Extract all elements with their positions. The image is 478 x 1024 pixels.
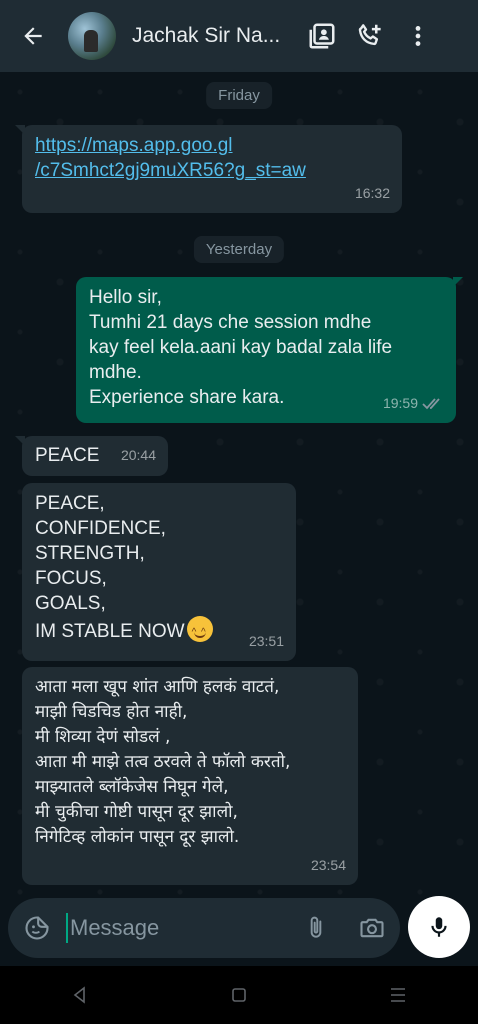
date-chip-yesterday: Yesterday [193,236,285,263]
add-call-icon [358,24,381,46]
time-text: 19:59 [382,395,418,411]
message-text-line: CONFIDENCE, [35,518,166,539]
contact-name[interactable]: Jachak Sir Na... [132,24,292,48]
paperclip-icon [310,916,322,938]
voice-message-button[interactable] [408,896,470,958]
message-text-line: माझी चिडचिड होत नाही, [35,702,188,722]
message-text-line: Hello sir, [89,287,162,308]
time-text: 20:44 [120,447,156,463]
message-text-line: आता मला खूप शांत आणि हलकं वाटतं, [35,677,280,697]
more-options-button[interactable] [394,0,442,72]
contact-avatar[interactable] [68,12,116,60]
nav-recents-icon[interactable] [388,985,408,1005]
message-text-line: kay feel kela.aani kay badal zala life [89,337,393,358]
message-text-line: मी शिव्या देणं सोडलं , [35,727,171,747]
time-text: 16:32 [354,185,390,201]
time-text: 23:54 [310,857,346,873]
message-input[interactable]: Message [66,913,288,943]
microphone-icon [431,917,447,937]
add-call-button[interactable] [346,0,394,72]
text-cursor [66,913,68,943]
date-chip-friday: Friday [206,82,272,109]
message-text-line: GOALS, [35,593,106,614]
message-text-line: mdhe. [89,362,142,383]
message-link[interactable]: https://maps.app.goo.gl [35,133,390,158]
message-bubble-outgoing[interactable]: Hello sir, Tumhi 21 days che session mdh… [76,277,463,423]
message-time: 23:54 [311,853,346,878]
contact-card-icon [309,23,335,49]
chat-header: Jachak Sir Na... [0,0,478,72]
nav-back-icon[interactable] [70,985,90,1005]
message-placeholder: Message [70,915,160,940]
time-text: 23:51 [248,633,284,649]
message-time: 20:44 [121,443,156,468]
message-time: 19:59 [383,391,444,416]
contact-card-button[interactable] [298,0,346,72]
sticker-button[interactable] [8,898,66,958]
nav-home-icon[interactable] [229,985,249,1005]
chat-area[interactable]: Friday https://maps.app.goo.gl /c7Smhct2… [0,72,478,962]
more-vert-icon [415,26,421,46]
message-bubble-incoming[interactable]: https://maps.app.goo.gl /c7Smhct2gj9muXR… [15,125,402,213]
message-time: 16:32 [355,181,390,206]
camera-icon [360,918,384,938]
message-bubble-incoming[interactable]: आता मला खूप शांत आणि हलकं वाटतं, माझी चि… [22,667,358,885]
message-text-line: मी चुकीचा गोष्टी पासून दूर झालो, [35,802,238,822]
message-text-line: IM STABLE NOW [35,616,284,645]
back-arrow-icon [24,27,42,45]
message-text-line: Tumhi 21 days che session mdhe [89,312,372,333]
smiling-face-icon [186,616,213,645]
message-bubble-incoming[interactable]: PEACE 20:44 [15,436,168,476]
back-button[interactable] [8,0,58,72]
system-nav-bar [0,966,478,1024]
message-text-line: STRENGTH, [35,543,145,564]
read-ticks-icon [422,397,440,409]
composer-bar: Message [8,898,400,958]
message-link[interactable]: /c7Smhct2gj9muXR56?g_st=aw [35,158,390,183]
message-text: IM STABLE NOW [35,621,185,642]
attach-button[interactable] [288,898,344,958]
message-text-line: निगेटिव्ह लोकांन पासून दूर झालो. [35,827,240,847]
message-text-line: माझ्यातले ब्लॉकेजेस निघून गेले, [35,777,229,797]
message-bubble-incoming[interactable]: PEACE, CONFIDENCE, STRENGTH, FOCUS, GOAL… [22,483,296,661]
message-text-line: FOCUS, [35,568,107,589]
message-time: 23:51 [249,629,284,654]
message-text-line: आता मी माझे तत्व ठरवले ते फॉलो करतो, [35,752,291,772]
sticker-icon [25,916,49,940]
message-text-line: PEACE, [35,493,105,514]
camera-button[interactable] [344,898,400,958]
